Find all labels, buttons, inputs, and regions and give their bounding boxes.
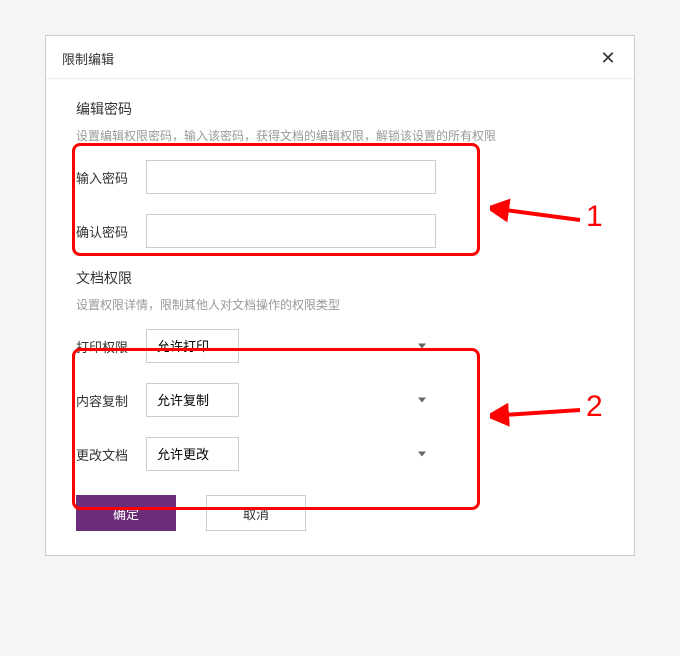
restrict-editing-dialog: 限制编辑 ✕ 编辑密码 设置编辑权限密码，输入该密码，获得文档的编辑权限，解锁该… xyxy=(45,35,635,556)
print-permission-select[interactable]: 允许打印 xyxy=(146,329,239,363)
modify-permission-select-wrapper: 允许更改 xyxy=(146,437,436,471)
confirm-password-label: 确认密码 xyxy=(76,222,146,241)
section-password-desc: 设置编辑权限密码，输入该密码，获得文档的编辑权限，解锁该设置的所有权限 xyxy=(76,127,604,144)
section-permissions: 文档权限 设置权限详情，限制其他人对文档操作的权限类型 打印权限 允许打印 内容… xyxy=(76,268,604,471)
copy-permission-select[interactable]: 允许复制 xyxy=(146,383,239,417)
section-permissions-title: 文档权限 xyxy=(76,268,604,288)
copy-permission-select-wrapper: 允许复制 xyxy=(146,383,436,417)
print-permission-label: 打印权限 xyxy=(76,337,146,356)
close-icon[interactable]: ✕ xyxy=(598,48,618,68)
copy-permission-row: 内容复制 允许复制 xyxy=(76,383,604,417)
input-password-field[interactable] xyxy=(146,160,436,194)
cancel-button[interactable]: 取消 xyxy=(206,495,306,531)
dialog-title: 限制编辑 xyxy=(62,49,114,68)
confirm-password-row: 确认密码 xyxy=(76,214,604,248)
confirm-password-field[interactable] xyxy=(146,214,436,248)
modify-permission-select[interactable]: 允许更改 xyxy=(146,437,239,471)
section-permissions-desc: 设置权限详情，限制其他人对文档操作的权限类型 xyxy=(76,296,604,313)
dialog-header: 限制编辑 ✕ xyxy=(46,36,634,79)
input-password-row: 输入密码 xyxy=(76,160,604,194)
modify-permission-label: 更改文档 xyxy=(76,445,146,464)
print-permission-row: 打印权限 允许打印 xyxy=(76,329,604,363)
section-password-title: 编辑密码 xyxy=(76,99,604,119)
button-row: 确定 取消 xyxy=(76,495,604,531)
modify-permission-row: 更改文档 允许更改 xyxy=(76,437,604,471)
print-permission-select-wrapper: 允许打印 xyxy=(146,329,436,363)
input-password-label: 输入密码 xyxy=(76,168,146,187)
confirm-button[interactable]: 确定 xyxy=(76,495,176,531)
dialog-body: 编辑密码 设置编辑权限密码，输入该密码，获得文档的编辑权限，解锁该设置的所有权限… xyxy=(46,79,634,555)
copy-permission-label: 内容复制 xyxy=(76,391,146,410)
